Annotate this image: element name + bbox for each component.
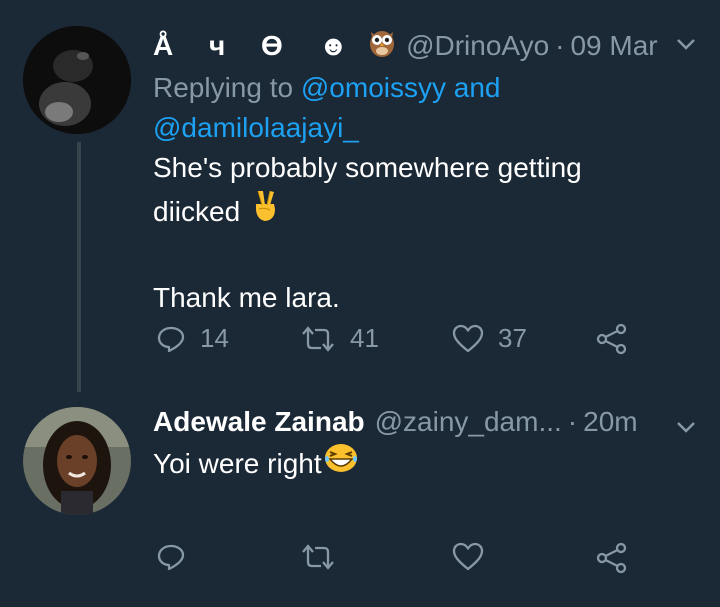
retweet-count: 41 xyxy=(350,323,379,353)
reply-icon xyxy=(157,326,185,352)
display-name[interactable]: Adewale Zainab xyxy=(153,406,365,438)
like-count: 37 xyxy=(498,323,527,353)
reply-and[interactable]: and xyxy=(446,72,501,103)
grinning-squinting-emoji xyxy=(324,443,358,485)
share-button[interactable] xyxy=(596,542,628,574)
share-icon xyxy=(596,323,627,355)
heart-icon xyxy=(452,324,484,352)
tweet-text-line: Thank me lara. xyxy=(153,282,340,313)
reply-user-link[interactable]: @damilolaajayi_ xyxy=(153,112,359,143)
reply-button[interactable]: 14 xyxy=(156,323,229,354)
like-button[interactable] xyxy=(452,542,484,572)
separator-dot: · xyxy=(555,29,565,61)
like-button[interactable]: 37 xyxy=(452,323,527,354)
share-icon xyxy=(596,542,627,574)
retweet-icon xyxy=(302,325,334,352)
tweet-actions xyxy=(0,542,720,582)
separator-dot: · xyxy=(567,406,578,437)
handle[interactable]: @DrinoAyo xyxy=(406,30,549,62)
owl-emoji xyxy=(368,26,396,65)
tweet-text-line: She's probably somewhere getting xyxy=(153,152,582,183)
avatar[interactable] xyxy=(23,407,131,515)
reply-count: 14 xyxy=(200,323,229,353)
handle[interactable]: @zainy_dam... xyxy=(375,406,562,438)
share-button[interactable] xyxy=(596,323,628,355)
retweet-button[interactable]: 41 xyxy=(300,323,379,354)
tweet-text: Yoi were right xyxy=(153,443,358,485)
tweet-text-line: Yoi were right xyxy=(153,448,322,479)
replying-to-prefix: Replying to xyxy=(153,72,301,103)
avatar[interactable] xyxy=(23,26,131,134)
retweet-button[interactable] xyxy=(300,542,336,572)
retweet-icon xyxy=(302,544,334,570)
reply-button[interactable] xyxy=(156,542,186,572)
reply-icon xyxy=(157,544,185,571)
heart-icon xyxy=(452,542,484,571)
tweet-text-line: diicked xyxy=(153,196,241,227)
timestamp[interactable]: 20m xyxy=(583,406,637,438)
display-name[interactable]: Å ч ϴ ☻ xyxy=(153,30,362,62)
reply-user-link[interactable]: @omoissyy xyxy=(301,72,446,103)
chevron-down-icon[interactable] xyxy=(675,33,697,55)
victory-hand-emoji xyxy=(250,189,280,235)
timestamp[interactable]: 09 Mar xyxy=(570,30,657,62)
chevron-down-icon[interactable] xyxy=(675,416,697,438)
tweet-actions: 14 41 37 xyxy=(0,323,720,363)
tweet-text: She's probably somewhere getting diicked… xyxy=(153,147,582,319)
replying-to: Replying to @omoissyy and xyxy=(153,69,501,107)
